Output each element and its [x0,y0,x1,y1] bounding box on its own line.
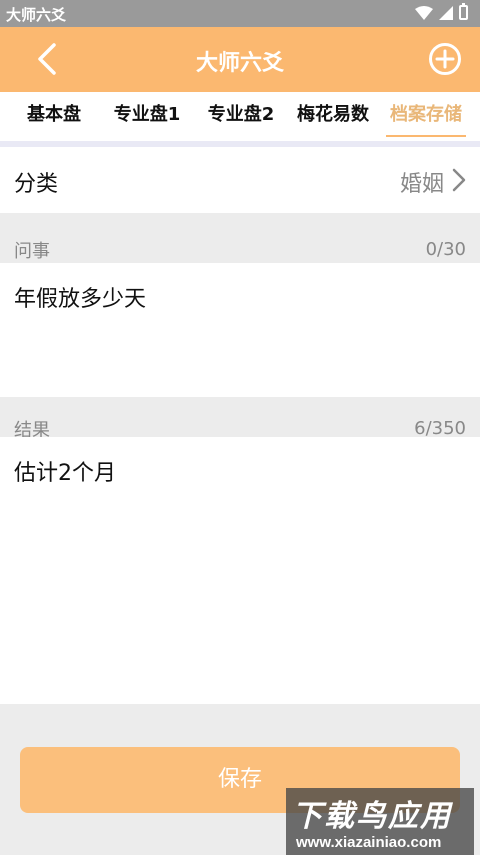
add-icon[interactable] [428,42,462,76]
result-input[interactable]: 估计2个月 [0,437,480,704]
category-value: 婚姻 [399,172,444,197]
signal-icon [439,5,453,20]
chevron-right-icon [452,168,466,192]
question-counter: 0/30 [425,239,466,260]
tab-bar: 基本盘 专业盘1 专业盘2 梅花易数 档案存储 [0,92,480,141]
category-row[interactable]: 分类 婚姻 [0,147,480,213]
tab-pro1[interactable]: 专业盘1 [110,92,184,141]
result-counter: 6/350 [414,418,466,439]
wifi-icon [415,5,433,20]
battery-icon [459,3,468,20]
status-icons [415,3,468,20]
tab-pro2[interactable]: 专业盘2 [204,92,278,141]
top-nav: 大师六爻 [0,27,480,92]
watermark-url: www.xiazainiao.com [296,834,442,851]
page-title: 大师六爻 [195,51,284,76]
question-input[interactable]: 年假放多少天 [0,263,480,397]
category-label: 分类 [14,172,59,197]
status-bar: 大师六爻 [0,0,480,27]
tab-meihua[interactable]: 梅花易数 [293,92,373,141]
status-app-name: 大师六爻 [6,6,67,24]
watermark: 下载鸟应用 www.xiazainiao.com [286,788,474,855]
result-header: 结果 6/350 [0,397,480,442]
question-label: 问事 [14,241,50,262]
tab-basic[interactable]: 基本盘 [24,92,84,141]
tab-archive[interactable]: 档案存储 [386,92,466,141]
question-header: 问事 0/30 [0,218,480,263]
watermark-title: 下载鸟应用 [292,799,452,834]
